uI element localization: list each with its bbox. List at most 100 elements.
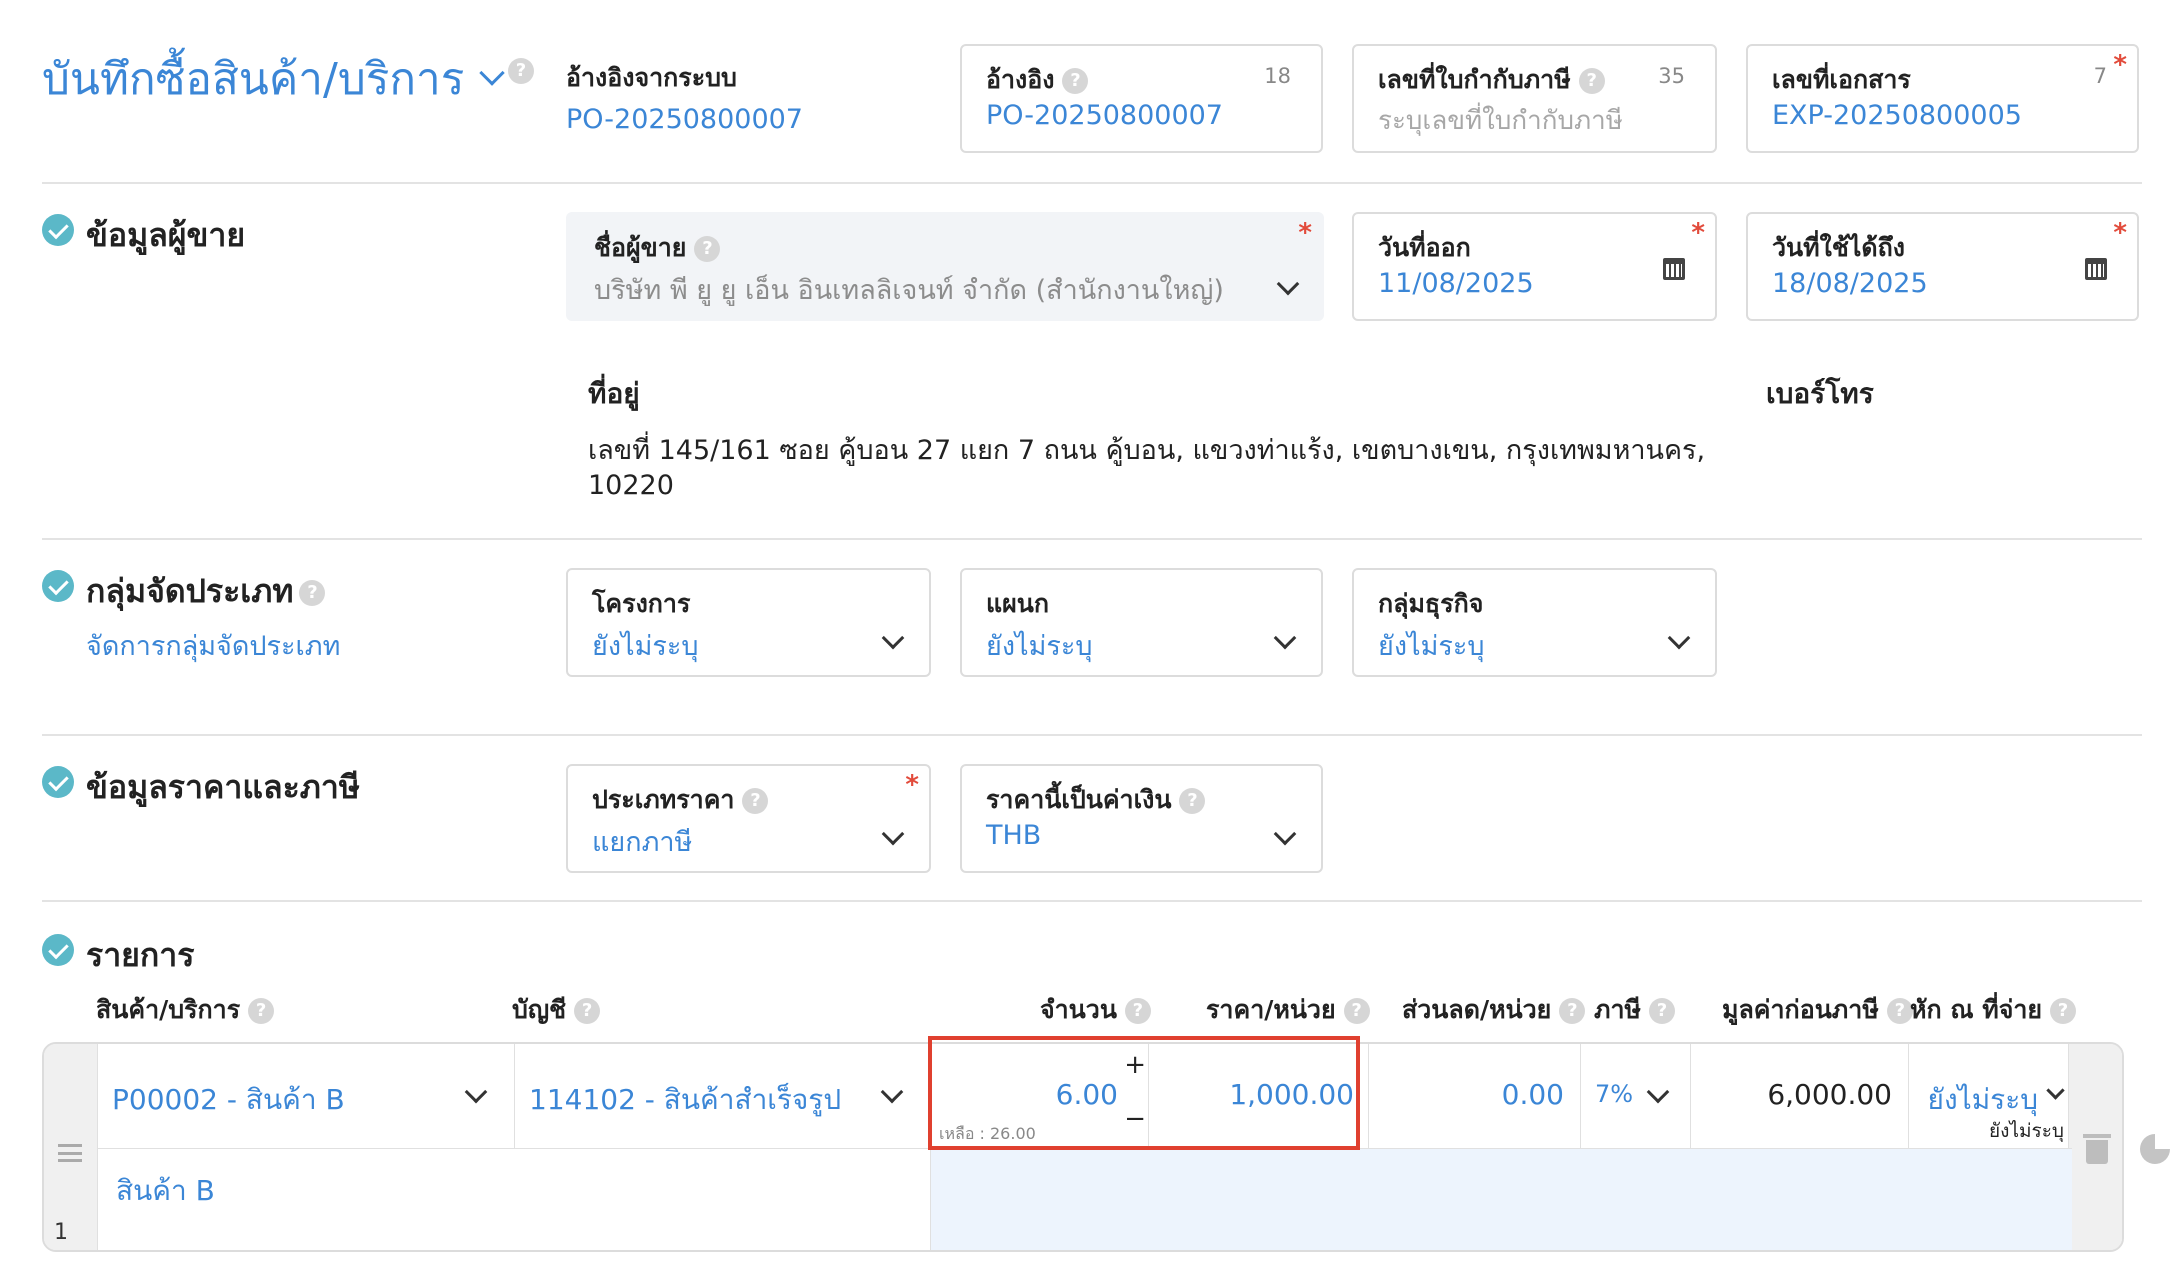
price-type-select[interactable]: ประเภทราคา? * แยกภาษี	[566, 764, 931, 873]
check-circle-icon	[42, 214, 74, 246]
project-select[interactable]: โครงการ ยังไม่ระบุ	[566, 568, 931, 677]
ref-field[interactable]: อ้างอิง? 18 PO-20250800007	[960, 44, 1323, 153]
highlight-box	[928, 1036, 1360, 1150]
tax-invoice-field[interactable]: เลขที่ใบกำกับภาษี? 35 ระบุเลขที่ใบกำกับภ…	[1352, 44, 1717, 153]
chevron-down-icon	[464, 1080, 488, 1104]
currency-select[interactable]: ราคานี้เป็นค่าเงิน? THB	[960, 764, 1323, 873]
check-circle-icon	[42, 570, 74, 602]
valid-until-field[interactable]: วันที่ใช้ได้ถึง * 18/08/2025	[1746, 212, 2139, 321]
item-description-input[interactable]: สินค้า B	[98, 1149, 930, 1250]
description-area[interactable]	[931, 1149, 2072, 1250]
pre-tax-amount: 6,000.00	[1691, 1044, 1908, 1148]
col-header-discount: ส่วนลด/หน่วย?	[1402, 990, 1586, 1030]
section-title-price: ข้อมูลราคาและภาษี	[86, 768, 360, 806]
pie-chart-icon[interactable]	[2140, 1134, 2170, 1164]
chevron-down-icon	[1273, 626, 1297, 650]
help-icon[interactable]: ?	[574, 998, 601, 1024]
col-header-unit-price: ราคา/หน่วย?	[1206, 990, 1370, 1030]
withholding-sub: ยังไม่ระบุ	[1989, 1120, 2064, 1142]
valid-until-label: วันที่ใช้ได้ถึง	[1772, 233, 1905, 262]
chevron-down-icon	[1646, 1080, 1670, 1104]
chevron-down-icon	[880, 1080, 904, 1104]
required-mark: *	[1298, 218, 1312, 248]
help-icon[interactable]: ?	[1578, 68, 1605, 94]
business-group-value: ยังไม่ระบุ	[1378, 631, 1485, 662]
project-value: ยังไม่ระบุ	[592, 631, 699, 662]
product-value: P00002 - สินค้า B	[112, 1083, 345, 1116]
page-title-dropdown[interactable]: บันทึกซื้อสินค้า/บริการ	[42, 44, 506, 114]
manage-category-link[interactable]: จัดการกลุ่มจัดประเภท	[86, 624, 340, 667]
char-count: 18	[1264, 64, 1291, 88]
help-icon[interactable]: ?	[2050, 998, 2077, 1024]
account-select[interactable]: 114102 - สินค้าสำเร็จรูป	[515, 1044, 930, 1148]
pre-tax-value: 6,000.00	[1767, 1078, 1892, 1111]
required-mark: *	[1691, 218, 1705, 248]
calendar-icon[interactable]	[2085, 258, 2107, 280]
discount-input[interactable]: 0.00	[1369, 1044, 1580, 1148]
char-count: 7	[2093, 64, 2107, 88]
ref-system-value[interactable]: PO-20250800007	[566, 104, 803, 135]
business-group-label: กลุ่มธุรกิจ	[1378, 589, 1484, 618]
chevron-down-icon	[479, 60, 506, 86]
divider	[42, 900, 2142, 902]
issue-date-label: วันที่ออก	[1378, 233, 1471, 262]
withholding-select[interactable]: ยังไม่ระบุ ยังไม่ระบุ	[1909, 1044, 2072, 1148]
project-label: โครงการ	[592, 589, 691, 618]
vendor-name-field[interactable]: ชื่อผู้ขาย? * บริษัท พี ยู ยู เอ็น อินเท…	[566, 212, 1324, 321]
section-title-vendor: ข้อมูลผู้ขาย	[86, 216, 246, 254]
section-title-category: กลุ่มจัดประเภท?	[86, 566, 326, 617]
vendor-name-value: บริษัท พี ยู ยู เอ็น อินเทลลิเจนท์ จำกัด…	[594, 275, 1224, 306]
ref-label: อ้างอิง?	[986, 60, 1089, 100]
help-icon[interactable]: ?	[1886, 998, 1913, 1024]
drag-handle-icon[interactable]	[58, 1144, 82, 1162]
business-group-select[interactable]: กลุ่มธุรกิจ ยังไม่ระบุ	[1352, 568, 1717, 677]
doc-no-input[interactable]: EXP-20250800005	[1772, 100, 2022, 131]
divider	[42, 734, 2142, 736]
row-index: 1	[54, 1220, 68, 1245]
tax-value: 7%	[1595, 1080, 1634, 1108]
ref-input[interactable]: PO-20250800007	[986, 100, 1223, 131]
currency-label: ราคานี้เป็นค่าเงิน?	[986, 780, 1206, 820]
doc-no-field[interactable]: เลขที่เอกสาร 7 * EXP-20250800005	[1746, 44, 2139, 153]
divider	[42, 538, 2142, 540]
help-icon[interactable]: ?	[742, 788, 769, 814]
help-icon[interactable]: ?	[1343, 998, 1370, 1024]
help-icon[interactable]: ?	[248, 998, 275, 1024]
issue-date-field[interactable]: วันที่ออก * 11/08/2025	[1352, 212, 1717, 321]
doc-no-label: เลขที่เอกสาร	[1772, 65, 1911, 94]
trash-icon[interactable]	[2083, 1134, 2111, 1164]
required-mark: *	[2113, 50, 2127, 80]
col-header-qty: จำนวน?	[1040, 990, 1151, 1030]
discount-value: 0.00	[1501, 1078, 1564, 1111]
issue-date-input[interactable]: 11/08/2025	[1378, 268, 1534, 299]
valid-until-input[interactable]: 18/08/2025	[1772, 268, 1928, 299]
currency-value: THB	[986, 820, 1042, 851]
help-icon[interactable]: ?	[1062, 68, 1089, 94]
col-header-account: บัญชี?	[512, 990, 601, 1030]
price-type-value: แยกภาษี	[592, 827, 693, 858]
product-select[interactable]: P00002 - สินค้า B	[98, 1044, 514, 1148]
help-icon[interactable]: ?	[508, 58, 534, 84]
item-description: สินค้า B	[116, 1174, 215, 1207]
tax-invoice-label: เลขที่ใบกำกับภาษี?	[1378, 60, 1605, 100]
help-icon[interactable]: ?	[694, 236, 721, 262]
col-header-tax: ภาษี?	[1594, 990, 1675, 1030]
help-icon[interactable]: ?	[299, 580, 326, 606]
check-circle-icon	[42, 766, 74, 798]
tax-invoice-input[interactable]: ระบุเลขที่ใบกำกับภาษี	[1378, 100, 1623, 141]
department-value: ยังไม่ระบุ	[986, 631, 1093, 662]
calendar-icon[interactable]	[1663, 258, 1685, 280]
help-icon[interactable]: ?	[1124, 998, 1151, 1024]
price-type-label: ประเภทราคา?	[592, 780, 769, 820]
section-title-items: รายการ	[86, 936, 195, 974]
tax-select[interactable]: 7%	[1581, 1044, 1690, 1148]
help-icon[interactable]: ?	[1649, 998, 1675, 1024]
vendor-name-label: ชื่อผู้ขาย?	[594, 228, 721, 268]
required-mark: *	[2113, 218, 2127, 248]
col-header-withholding: หัก ณ ที่จ่าย?	[1910, 990, 2077, 1030]
department-select[interactable]: แผนก ยังไม่ระบุ	[960, 568, 1323, 677]
help-icon[interactable]: ?	[1559, 998, 1586, 1024]
chevron-down-icon	[2046, 1081, 2065, 1100]
help-icon[interactable]: ?	[1179, 788, 1206, 814]
char-count: 35	[1658, 64, 1685, 88]
